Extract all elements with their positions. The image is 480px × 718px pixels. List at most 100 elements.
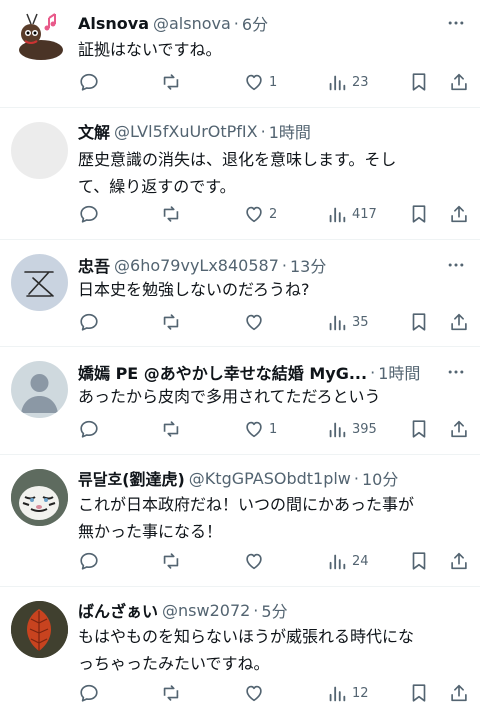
timestamp[interactable]: 13分 (290, 253, 326, 277)
reply-text: これが日本政府だね！いつの間にかあった事が 無かった事になる！ (78, 491, 464, 545)
separator: · (253, 600, 259, 620)
action-bar: 24 (0, 549, 480, 573)
user-handle[interactable]: @KtgGPASObdt1plw (189, 469, 351, 488)
display-name[interactable]: 文解 (78, 119, 110, 143)
user-handle[interactable]: @6ho79vyLx840587 (114, 256, 279, 275)
reply-text: 歴史意識の消失は、退化を意味します。そし て、繰り返すのです。 (78, 146, 464, 200)
views-button[interactable]: 23 (326, 70, 369, 94)
share-button[interactable] (448, 310, 470, 334)
retweet-icon (163, 74, 179, 90)
heart-icon (246, 74, 262, 91)
reply-item[interactable]: 忠吾 @6ho79vyLx840587 · 13分 日本史を勉強しないのだろうね… (0, 240, 480, 347)
avatar[interactable] (11, 361, 68, 418)
views-icon (329, 75, 346, 91)
retweet-button[interactable] (160, 202, 182, 226)
action-bar: 2 417 (0, 202, 480, 226)
like-button[interactable]: 1 (243, 70, 277, 94)
timestamp[interactable]: 6分 (242, 11, 268, 35)
view-count: 24 (352, 553, 369, 569)
reply-header: 류달호(劉達虎) @KtgGPASObdt1plw · 10分 (78, 465, 440, 491)
more-options-icon[interactable] (444, 11, 468, 35)
bookmark-icon (412, 205, 426, 223)
display-name[interactable]: 류달호(劉達虎) (78, 466, 185, 490)
action-bar: 12 (0, 681, 480, 705)
reply-button[interactable] (78, 681, 100, 705)
reply-item[interactable]: ばんざぁい @nsw2072 · 5分 もはやものを知らないほうが威張れる時代に… (0, 587, 480, 718)
reply-button[interactable] (78, 417, 100, 441)
bookmark-button[interactable] (408, 681, 430, 705)
reply-button[interactable] (78, 310, 100, 334)
more-options-icon[interactable] (444, 253, 468, 277)
like-button[interactable]: 1 (243, 417, 277, 441)
bookmark-button[interactable] (408, 70, 430, 94)
views-button[interactable]: 395 (326, 417, 377, 441)
retweet-button[interactable] (160, 417, 182, 441)
user-handle[interactable]: @nsw2072 (162, 601, 250, 620)
text-line: 日本史を勉強しないのだろうね? (78, 280, 310, 299)
timestamp[interactable]: 5分 (261, 598, 287, 622)
views-button[interactable]: 24 (326, 549, 369, 573)
display-name[interactable]: Alsnova (78, 14, 149, 33)
display-name[interactable]: 嬌嫣 PE @あやかし幸せな結婚 MyG... (78, 360, 367, 384)
like-button[interactable] (243, 681, 269, 705)
reply-item[interactable]: 文解 @LVl5fXuUrOtPfIX · 1時間 歴史意識の消失は、退化を意味… (0, 108, 480, 240)
reply-icon (80, 73, 98, 91)
avatar[interactable] (11, 8, 68, 65)
timestamp[interactable]: 1時間 (378, 360, 420, 384)
reply-button[interactable] (78, 202, 100, 226)
timestamp[interactable]: 10分 (362, 466, 398, 490)
retweet-icon (163, 206, 179, 222)
cartoon-bird-avatar-icon (19, 13, 63, 60)
heart-icon (246, 314, 262, 331)
like-button[interactable]: 2 (243, 202, 277, 226)
like-count: 2 (269, 206, 278, 222)
reply-header: ばんざぁい @nsw2072 · 5分 (78, 597, 440, 623)
heart-icon (246, 206, 262, 223)
like-button[interactable] (243, 549, 269, 573)
text-line: これが日本政府だね！いつの間にかあった事が (78, 495, 415, 514)
view-count: 12 (352, 685, 369, 701)
bookmark-button[interactable] (408, 549, 430, 573)
share-icon (451, 420, 467, 438)
reply-item[interactable]: 嬌嫣 PE @あやかし幸せな結婚 MyG... · 1時間 あったから皮肉で多用… (0, 347, 480, 455)
reply-item[interactable]: 류달호(劉達虎) @KtgGPASObdt1plw · 10分 これが日本政府だ… (0, 455, 480, 587)
text-line: 証拠はないですね。 (78, 40, 222, 59)
timestamp[interactable]: 1時間 (269, 119, 311, 143)
views-button[interactable]: 35 (326, 310, 369, 334)
reply-icon (80, 420, 98, 438)
retweet-button[interactable] (160, 70, 182, 94)
views-icon (329, 422, 346, 438)
action-bar: 1 395 (0, 417, 480, 441)
reply-button[interactable] (78, 70, 100, 94)
share-button[interactable] (448, 681, 470, 705)
reply-header: 忠吾 @6ho79vyLx840587 · 13分 (78, 252, 440, 278)
more-options-icon[interactable] (444, 360, 468, 384)
bookmark-button[interactable] (408, 202, 430, 226)
retweet-button[interactable] (160, 310, 182, 334)
display-name[interactable]: 忠吾 (78, 253, 110, 277)
avatar[interactable] (11, 469, 68, 526)
like-count: 1 (269, 421, 278, 437)
share-button[interactable] (448, 549, 470, 573)
reply-item[interactable]: Alsnova @alsnova · 6分 証拠はないですね。 1 23 (0, 0, 480, 108)
like-button[interactable] (243, 310, 269, 334)
reply-button[interactable] (78, 549, 100, 573)
user-handle[interactable]: @LVl5fXuUrOtPfIX (114, 122, 258, 141)
bookmark-button[interactable] (408, 417, 430, 441)
user-handle[interactable]: @alsnova (153, 14, 231, 33)
share-icon (451, 684, 467, 702)
avatar[interactable] (11, 601, 68, 658)
views-button[interactable]: 417 (326, 202, 377, 226)
avatar[interactable] (11, 122, 68, 179)
view-count: 395 (352, 421, 377, 437)
retweet-button[interactable] (160, 549, 182, 573)
reply-text: 日本史を勉強しないのだろうね? (78, 276, 464, 303)
share-button[interactable] (448, 417, 470, 441)
share-button[interactable] (448, 202, 470, 226)
avatar[interactable] (11, 254, 68, 311)
bookmark-button[interactable] (408, 310, 430, 334)
display-name[interactable]: ばんざぁい (78, 598, 158, 622)
views-button[interactable]: 12 (326, 681, 369, 705)
retweet-button[interactable] (160, 681, 182, 705)
share-button[interactable] (448, 70, 470, 94)
